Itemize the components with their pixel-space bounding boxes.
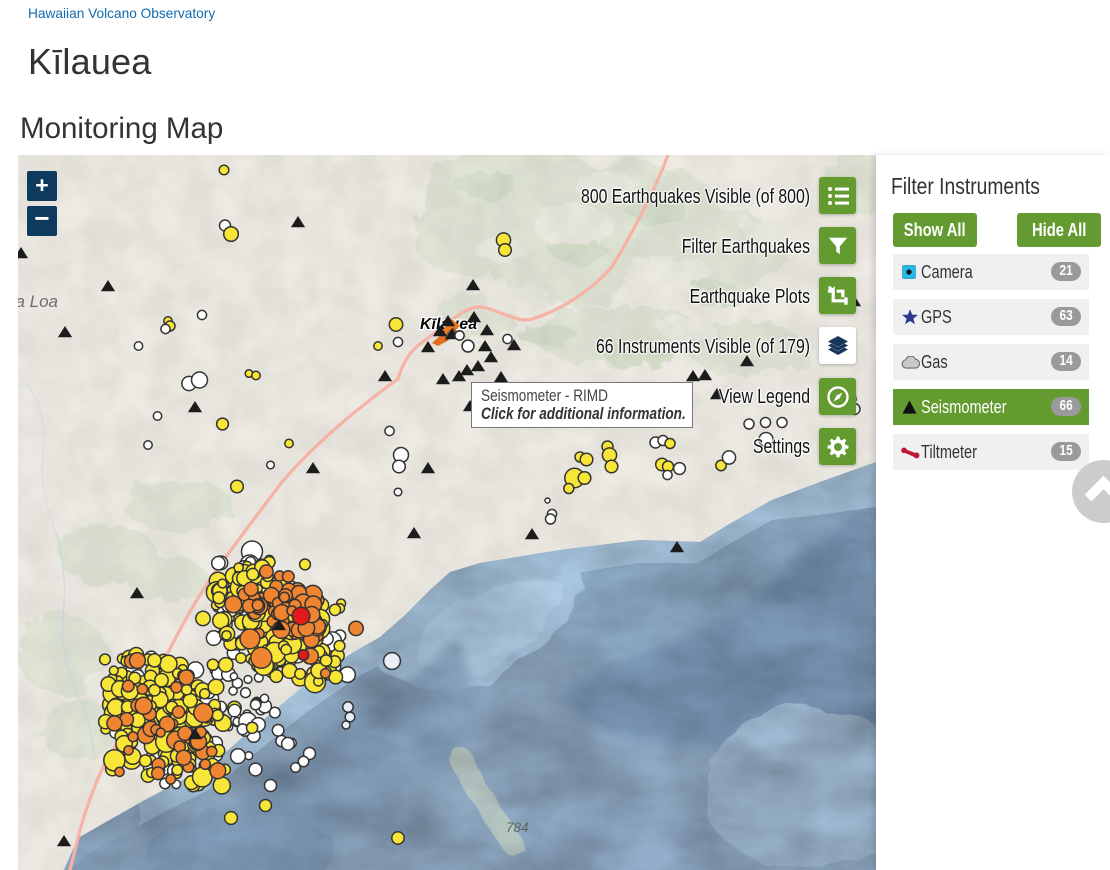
- svg-text:Mauna Loa: Mauna Loa: [18, 292, 58, 311]
- svg-text:784: 784: [506, 820, 529, 835]
